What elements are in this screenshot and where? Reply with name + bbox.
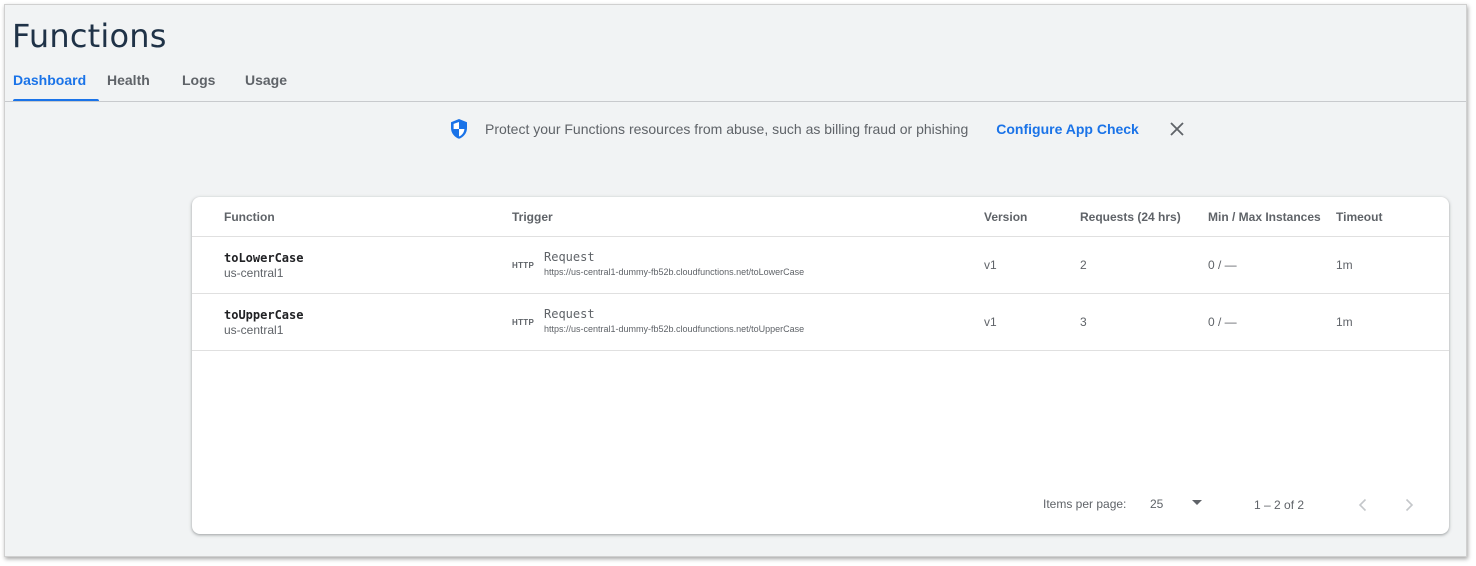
items-per-page-label: Items per page: — [1043, 497, 1127, 511]
page-title: Functions — [12, 17, 167, 55]
instances-cell: 0 / — — [1208, 258, 1237, 272]
function-region: us-central1 — [224, 323, 284, 337]
functions-table-card: Function Trigger Version Requests (24 hr… — [192, 197, 1449, 534]
column-header-timeout: Timeout — [1336, 210, 1383, 224]
column-header-instances: Min / Max Instances — [1208, 210, 1321, 224]
app-window: Functions Dashboard Health Logs Usage Pr… — [4, 4, 1467, 557]
function-region: us-central1 — [224, 266, 284, 280]
instances-cell: 0 / — — [1208, 315, 1237, 329]
trigger-url[interactable]: https://us-central1-dummy-fb52b.cloudfun… — [544, 267, 804, 277]
chevron-right-icon — [1405, 498, 1414, 512]
banner-message: Protect your Functions resources from ab… — [485, 121, 969, 137]
column-header-requests: Requests (24 hrs) — [1080, 210, 1181, 224]
table-row[interactable]: toLowerCase us-central1 HTTP Request htt… — [192, 237, 1449, 294]
configure-app-check-link[interactable]: Configure App Check — [996, 121, 1139, 137]
column-header-version: Version — [984, 210, 1028, 224]
close-icon[interactable] — [1165, 117, 1189, 141]
column-header-trigger: Trigger — [512, 210, 553, 224]
timeout-cell: 1m — [1336, 258, 1353, 272]
version-cell: v1 — [984, 258, 997, 272]
function-name: toLowerCase — [224, 251, 304, 265]
next-page-button[interactable] — [1397, 493, 1421, 517]
http-trigger-badge: HTTP — [512, 261, 535, 270]
tab-health[interactable]: Health — [99, 65, 174, 101]
version-cell: v1 — [984, 315, 997, 329]
function-name: toUpperCase — [224, 308, 304, 322]
tab-bar: Dashboard Health Logs Usage — [5, 65, 307, 102]
chevron-left-icon — [1358, 498, 1367, 512]
timeout-cell: 1m — [1336, 315, 1353, 329]
app-check-banner: Protect your Functions resources from ab… — [447, 113, 1189, 145]
tab-logs[interactable]: Logs — [174, 65, 237, 101]
items-per-page-select[interactable]: 25 — [1148, 493, 1208, 515]
trigger-type: Request — [544, 250, 595, 264]
items-per-page-value: 25 — [1150, 497, 1164, 511]
paginator: Items per page: 25 1 – 2 of 2 — [192, 493, 1449, 523]
table-row[interactable]: toUpperCase us-central1 HTTP Request htt… — [192, 294, 1449, 351]
previous-page-button[interactable] — [1351, 493, 1375, 517]
requests-cell: 3 — [1080, 315, 1087, 329]
tab-usage[interactable]: Usage — [237, 65, 307, 101]
http-trigger-badge: HTTP — [512, 318, 535, 327]
trigger-url[interactable]: https://us-central1-dummy-fb52b.cloudfun… — [544, 324, 804, 334]
shield-icon — [447, 117, 471, 141]
tab-dashboard[interactable]: Dashboard — [5, 65, 99, 102]
chevron-down-icon — [1192, 500, 1202, 505]
trigger-type: Request — [544, 307, 595, 321]
pagination-range: 1 – 2 of 2 — [1254, 498, 1305, 512]
column-header-function: Function — [224, 210, 275, 224]
tab-divider — [5, 101, 1466, 102]
table-header: Function Trigger Version Requests (24 hr… — [192, 197, 1449, 237]
requests-cell: 2 — [1080, 258, 1087, 272]
